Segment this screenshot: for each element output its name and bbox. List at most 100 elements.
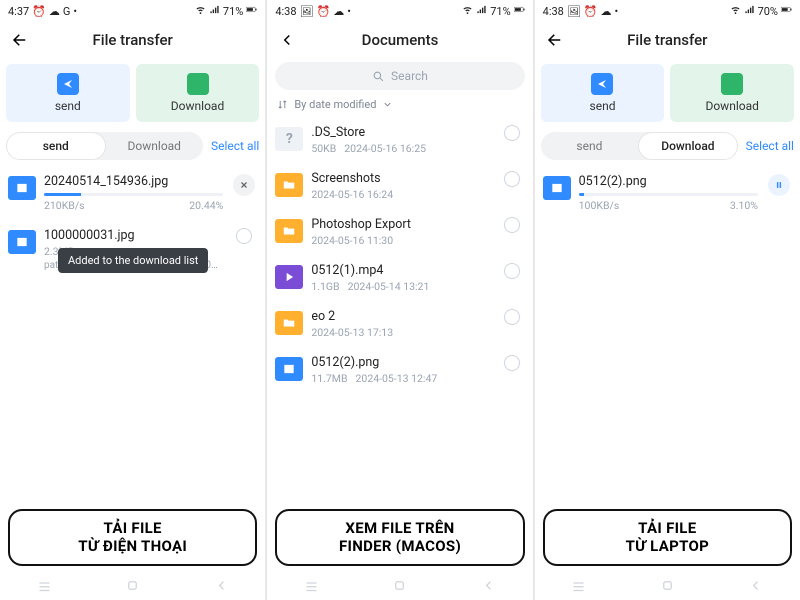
- unknown-file-icon: ?: [275, 127, 303, 151]
- file-row[interactable]: Photoshop Export 2024-05-16 11:30: [271, 209, 528, 255]
- back-icon[interactable]: [748, 578, 763, 597]
- send-card[interactable]: send: [6, 64, 130, 122]
- home-icon[interactable]: [392, 578, 407, 597]
- tab-download[interactable]: Download: [638, 132, 738, 160]
- file-row[interactable]: 20240514_154936.jpg 210KB/s 20.44%: [4, 166, 261, 220]
- select-all-link[interactable]: Select all: [746, 139, 794, 153]
- download-label: Download: [705, 99, 758, 113]
- file-name: 20240514_154936.jpg: [44, 174, 223, 189]
- download-card[interactable]: Download: [670, 64, 794, 122]
- tab-send[interactable]: send: [6, 132, 106, 160]
- send-label: send: [55, 99, 81, 113]
- home-icon[interactable]: [660, 578, 675, 597]
- file-row[interactable]: 0512(2).png 100KB/s 3.10%: [539, 166, 796, 220]
- file-row[interactable]: 1000000031.jpg 2.3MB path: /Users/demine…: [4, 220, 261, 279]
- android-navbar: [0, 574, 265, 600]
- caption-label: TẢI FILE TỪ ĐIỆN THOẠI: [8, 509, 257, 567]
- page-title: File transfer: [34, 31, 259, 49]
- g-icon: G: [63, 5, 71, 18]
- file-row[interactable]: eo 2 2024-05-13 17:13: [271, 301, 528, 347]
- battery-label: 71%: [223, 5, 243, 18]
- weather-icon: ☁: [49, 5, 60, 18]
- caption-label: TẢI FILE TỪ LAPTOP: [543, 509, 792, 567]
- back-icon[interactable]: [481, 578, 496, 597]
- segmented-control[interactable]: send Download: [6, 132, 203, 160]
- phone-left: 4:37 ⏰ ☁ G • 71% File transfer send: [0, 0, 267, 600]
- select-circle[interactable]: [504, 355, 520, 371]
- dot-icon: •: [347, 5, 351, 18]
- file-name: eo 2: [311, 309, 490, 324]
- tab-download[interactable]: Download: [106, 132, 204, 160]
- cancel-button[interactable]: [233, 174, 255, 196]
- select-circle[interactable]: [504, 263, 520, 279]
- status-bar: 4:38 🖼 ⏰ ☁ • 70%: [535, 0, 800, 22]
- folder-icon: [275, 311, 303, 335]
- status-time: 4:38: [275, 5, 296, 18]
- android-navbar: [267, 574, 532, 600]
- status-bar: 4:37 ⏰ ☁ G • 71%: [0, 0, 265, 22]
- page-title: Documents: [301, 31, 526, 49]
- app-header: File transfer: [0, 22, 265, 58]
- select-circle[interactable]: [504, 217, 520, 233]
- weather-icon: ☁: [333, 5, 344, 18]
- pause-button[interactable]: [768, 174, 790, 196]
- segmented-control[interactable]: send Download: [541, 132, 738, 160]
- recents-icon[interactable]: [37, 578, 52, 597]
- image-file-icon: [8, 176, 36, 200]
- home-icon[interactable]: [125, 578, 140, 597]
- dot-icon: •: [615, 5, 619, 18]
- file-name: 1000000031.jpg: [44, 228, 223, 243]
- file-row[interactable]: 0512(1).mp4 1.1GB2024-05-14 13:21: [271, 255, 528, 301]
- search-input[interactable]: Search: [275, 62, 524, 90]
- file-name: 0512(1).mp4: [311, 263, 490, 278]
- select-circle[interactable]: [504, 171, 520, 187]
- back-icon[interactable]: [214, 578, 229, 597]
- page-title: File transfer: [569, 31, 794, 49]
- wifi-icon: [195, 4, 206, 18]
- folder-icon: [275, 219, 303, 243]
- sort-control[interactable]: By date modified: [267, 96, 532, 117]
- app-header: File transfer: [535, 22, 800, 58]
- file-row[interactable]: ? .DS_Store 50KB2024-05-16 16:25: [271, 117, 528, 163]
- send-icon: [591, 73, 613, 95]
- status-time: 4:38: [543, 5, 564, 18]
- back-button[interactable]: [6, 31, 34, 49]
- download-label: Download: [171, 99, 224, 113]
- alarm-icon: ⏰: [317, 5, 331, 18]
- file-row[interactable]: 0512(2).png 11.7MB2024-05-13 12:47: [271, 347, 528, 393]
- transfer-percent: 3.10%: [730, 199, 758, 212]
- select-circle[interactable]: [504, 309, 520, 325]
- video-file-icon: [275, 265, 303, 289]
- search-icon: [372, 70, 385, 83]
- app-header: Documents: [267, 22, 532, 58]
- weather-icon: ☁: [601, 5, 612, 18]
- image-file-icon: [8, 230, 36, 254]
- chevron-down-icon: [382, 99, 393, 110]
- file-row[interactable]: Screenshots 2024-05-16 16:24: [271, 163, 528, 209]
- send-label: send: [590, 99, 616, 113]
- back-button[interactable]: [541, 31, 569, 49]
- select-circle[interactable]: [504, 125, 520, 141]
- sort-icon: [277, 99, 288, 110]
- battery-icon: [246, 4, 257, 18]
- signal-icon: [209, 4, 220, 18]
- transfer-speed: 100KB/s: [579, 199, 620, 212]
- battery-label: 71%: [490, 5, 510, 18]
- tab-row: send Download Select all: [535, 132, 800, 166]
- toast-message: Added to the download list: [58, 248, 208, 273]
- select-circle[interactable]: [236, 228, 252, 244]
- back-button[interactable]: [273, 31, 301, 49]
- wifi-icon: [730, 4, 741, 18]
- download-card[interactable]: Download: [136, 64, 260, 122]
- tab-send[interactable]: send: [541, 132, 639, 160]
- recents-icon[interactable]: [571, 578, 586, 597]
- signal-icon: [744, 4, 755, 18]
- select-all-link[interactable]: Select all: [211, 139, 259, 153]
- signal-icon: [476, 4, 487, 18]
- tab-row: send Download Select all: [0, 132, 265, 166]
- send-card[interactable]: send: [541, 64, 665, 122]
- gallery-icon: 🖼: [567, 5, 581, 18]
- recents-icon[interactable]: [304, 578, 319, 597]
- battery-icon: [514, 4, 525, 18]
- file-name: .DS_Store: [311, 125, 490, 140]
